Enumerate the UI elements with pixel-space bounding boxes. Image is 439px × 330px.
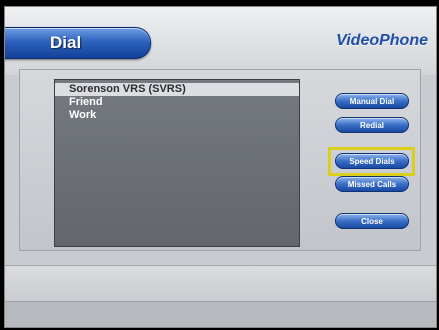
list-item[interactable]: Work (55, 109, 299, 122)
header-bar: Dial VideoPhone (5, 7, 436, 75)
list-item[interactable]: Friend (55, 96, 299, 109)
list-item[interactable]: Sorenson VRS (SVRS) (55, 83, 299, 96)
close-button[interactable]: Close (335, 213, 409, 229)
speed-dial-list[interactable]: Sorenson VRS (SVRS) Friend Work (54, 79, 300, 247)
status-strip (5, 301, 436, 327)
footer-bar (5, 265, 436, 302)
page-title: Dial (50, 33, 82, 52)
missed-calls-button[interactable]: Missed Calls (335, 176, 409, 192)
brand-logo-text: VideoPhone (336, 32, 428, 49)
dial-tab: Dial (5, 27, 151, 59)
videophone-screen: Dial VideoPhone Sorenson VRS (SVRS) Frie… (4, 6, 437, 328)
manual-dial-button[interactable]: Manual Dial (335, 93, 409, 109)
speed-dials-button[interactable]: Speed Dials (335, 153, 409, 169)
redial-button[interactable]: Redial (335, 117, 409, 133)
